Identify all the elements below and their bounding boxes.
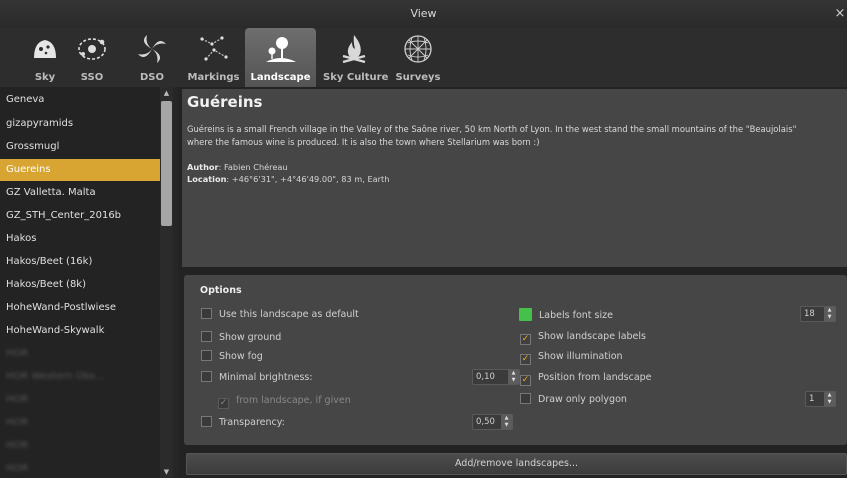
checkbox-box[interactable] [201, 331, 212, 342]
position-from-landscape-checkbox[interactable]: ✓ Position from landscape [520, 371, 652, 386]
tab-landscape[interactable]: Landscape [245, 28, 316, 87]
location-line: Location: +46°6'31", +4°46'49.00", 83 m,… [187, 174, 390, 184]
tab-sky-culture[interactable]: Sky Culture [323, 28, 388, 87]
window-title: View [410, 7, 437, 20]
dso-icon [138, 35, 166, 63]
list-item-redacted[interactable]: HOR Western Obs... [0, 366, 160, 388]
list-item[interactable]: gizapyramids [0, 113, 160, 135]
list-item[interactable]: Geneva [0, 89, 160, 111]
tab-dso[interactable]: DSO [127, 28, 177, 87]
label-color-button[interactable] [519, 308, 532, 321]
checkbox-box[interactable]: ✓ [218, 398, 229, 409]
markings-icon [199, 36, 228, 61]
checkbox-box[interactable] [201, 308, 212, 319]
spin-arrows-icon[interactable]: ▲ ▼ [508, 370, 519, 384]
checkbox-box[interactable] [201, 350, 212, 361]
show-landscape-labels-checkbox[interactable]: ✓ Show landscape labels [520, 330, 646, 345]
author-line: Author: Fabien Chéreau [187, 162, 288, 172]
scroll-up-icon[interactable]: ▲ [160, 87, 173, 99]
landscape-info: Guéreins Guéreins is a small French vill… [182, 89, 847, 267]
options-title: Options [200, 285, 242, 296]
tab-sso[interactable]: SSO [67, 28, 117, 87]
landscape-name: Guéreins [187, 93, 263, 111]
sky-culture-icon [342, 35, 366, 64]
surveys-icon [404, 35, 432, 63]
landscape-panel: Guéreins Guéreins is a small French vill… [178, 87, 847, 478]
checkbox-box[interactable] [520, 393, 531, 404]
list-item[interactable]: HoheWand-Postlwiese [0, 297, 160, 319]
close-icon[interactable]: × [833, 0, 847, 28]
add-remove-landscapes-button[interactable]: Add/remove landscapes... [186, 453, 847, 475]
minimal-brightness-checkbox[interactable]: Minimal brightness: [201, 371, 313, 385]
title-bar: View × [0, 0, 847, 28]
checkbox-box[interactable]: ✓ [520, 354, 531, 365]
tab-surveys[interactable]: Surveys [392, 28, 444, 87]
show-ground-checkbox[interactable]: Show ground [201, 331, 281, 345]
list-item-redacted[interactable]: HOR [0, 412, 160, 434]
transparency-spinbox[interactable]: 0,50 ▲ ▼ [472, 414, 513, 430]
list-item[interactable]: GZ Valletta. Malta [0, 182, 160, 204]
from-landscape-checkbox[interactable]: ✓ from landscape, if given [218, 394, 351, 409]
tab-sky[interactable]: Sky [20, 28, 70, 87]
list-item[interactable]: Grossmugl [0, 136, 160, 158]
list-item[interactable]: Hakos/Beet (8k) [0, 274, 160, 296]
list-item[interactable]: Hakos [0, 228, 160, 250]
checkbox-box[interactable]: ✓ [520, 334, 531, 345]
labels-font-size-spinbox[interactable]: 18 ▲ ▼ [800, 306, 836, 322]
sso-icon [78, 38, 106, 60]
category-toolbar: Sky SSO DSO Markings Landscape Sky Cultu… [0, 28, 847, 87]
show-illumination-checkbox[interactable]: ✓ Show illumination [520, 350, 623, 365]
spin-arrows-icon[interactable]: ▲ ▼ [824, 307, 835, 321]
list-item[interactable]: Hakos/Beet (16k) [0, 251, 160, 273]
landscape-list[interactable]: Geneva gizapyramids Grossmugl Guereins G… [0, 87, 173, 478]
list-item-selected[interactable]: Guereins [0, 159, 160, 181]
options-group: Options Use this landscape as default Sh… [184, 275, 847, 445]
list-item-redacted[interactable]: HOR [0, 343, 160, 365]
use-default-checkbox[interactable]: Use this landscape as default [201, 308, 359, 322]
show-fog-checkbox[interactable]: Show fog [201, 350, 263, 364]
tab-markings[interactable]: Markings [186, 28, 241, 87]
draw-only-polygon-checkbox[interactable]: Draw only polygon [520, 393, 627, 407]
list-item-redacted[interactable]: HOR [0, 458, 160, 478]
list-item-redacted[interactable]: HOR [0, 389, 160, 411]
view-dialog: View × Sky SSO DSO Markings Landscape Sk… [0, 0, 847, 478]
polygon-thickness-spinbox[interactable]: 1 ▲ ▼ [805, 391, 836, 407]
minimal-brightness-spinbox[interactable]: 0,10 ▲ ▼ [472, 369, 520, 385]
list-item[interactable]: HoheWand-Skywalk [0, 320, 160, 342]
list-scrollbar[interactable]: ▲ ▼ [160, 87, 173, 478]
checkbox-box[interactable] [201, 371, 212, 382]
checkbox-box[interactable] [201, 416, 212, 427]
landscape-description: Guéreins is a small French village in th… [187, 124, 797, 147]
spin-arrows-icon[interactable]: ▲ ▼ [501, 415, 512, 429]
scrollbar-thumb[interactable] [161, 101, 172, 226]
list-item-redacted[interactable]: HOR [0, 435, 160, 457]
spin-arrows-icon[interactable]: ▲ ▼ [824, 392, 835, 406]
labels-font-size-row: Labels font size [519, 308, 613, 322]
landscape-icon [265, 37, 296, 62]
transparency-checkbox[interactable]: Transparency: [201, 416, 285, 430]
sky-icon [34, 40, 56, 58]
scroll-down-icon[interactable]: ▼ [160, 466, 173, 478]
list-item[interactable]: GZ_STH_Center_2016b [0, 205, 160, 227]
checkbox-box[interactable]: ✓ [520, 375, 531, 386]
